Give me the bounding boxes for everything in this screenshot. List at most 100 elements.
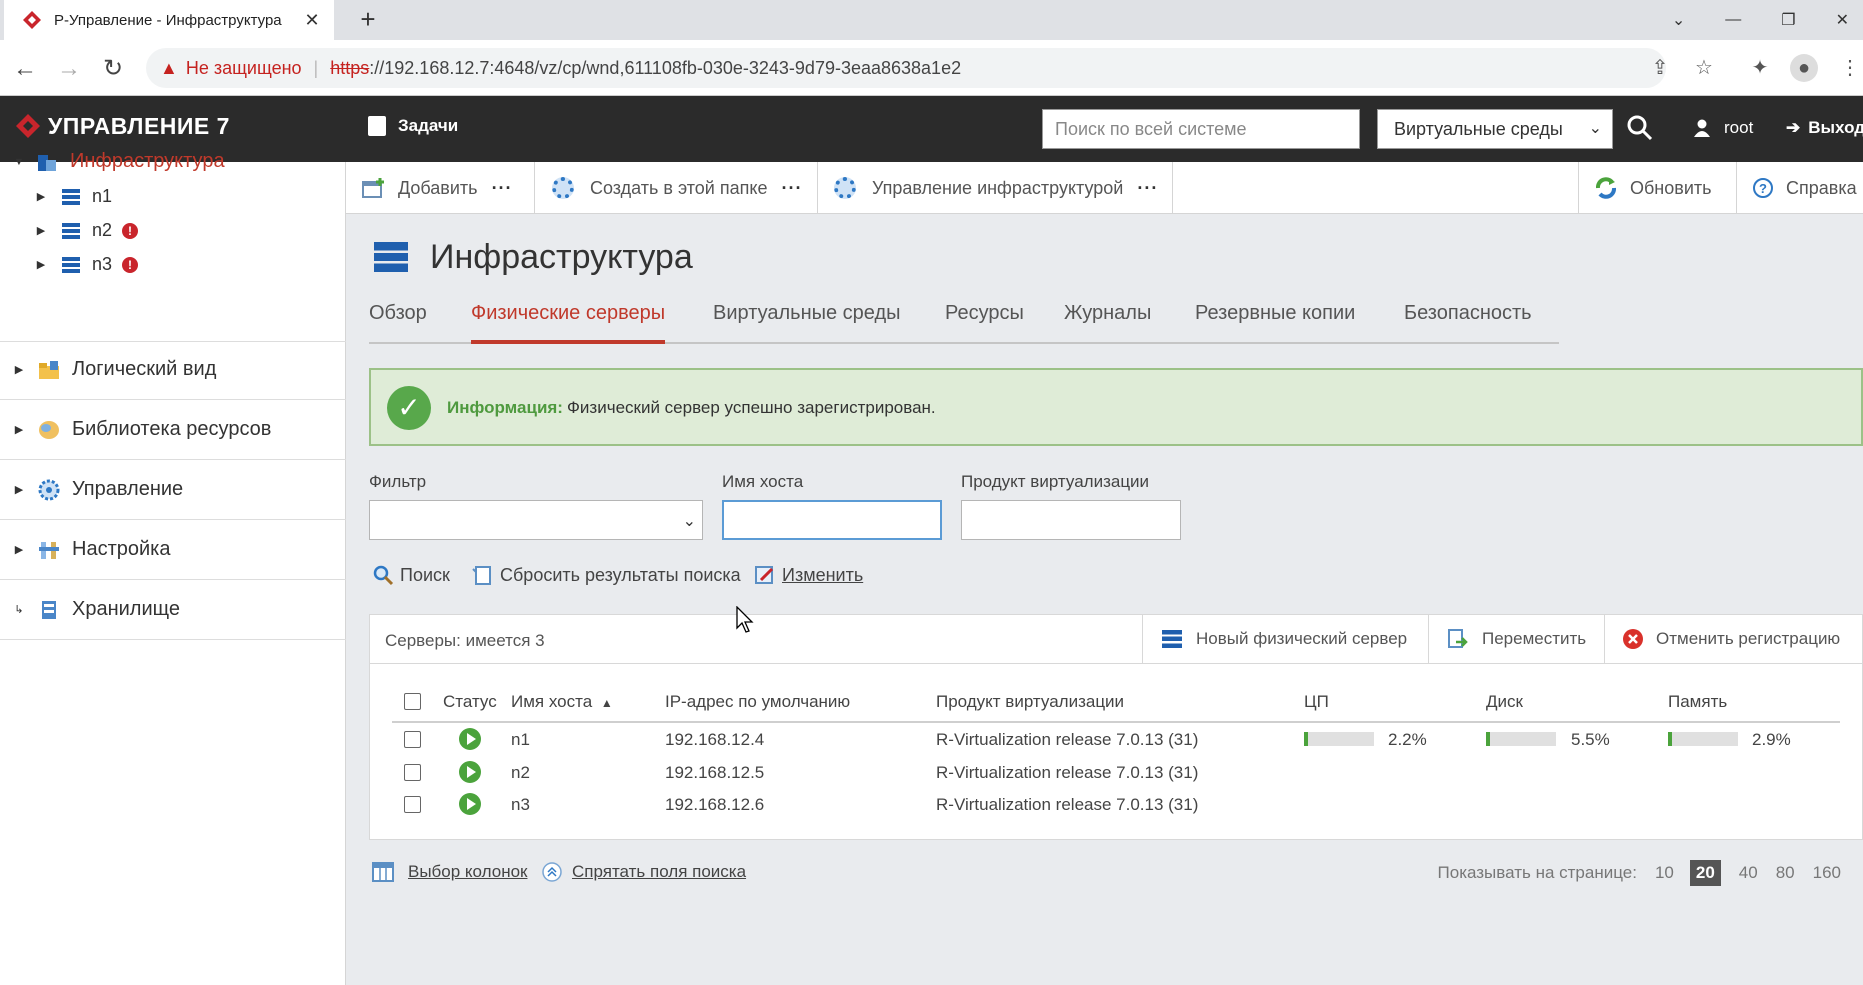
expand-arrow-icon[interactable]: ▶ [34,224,48,237]
row-checkbox[interactable] [404,764,421,781]
row-hostname[interactable]: n3 [511,795,530,815]
brand[interactable]: УПРАВЛЕНИЕ 7 [14,112,230,140]
extensions-icon[interactable]: ✦ [1746,54,1774,82]
sidebar-item-storage[interactable]: ↳ Хранилище [0,598,180,621]
edit-search-label: Изменить [782,564,864,585]
logout-link[interactable]: ➔ Выход [1786,118,1863,138]
filter-select[interactable]: ⌄ [369,500,703,540]
sidebar [0,162,346,985]
expand-arrow-icon[interactable]: ▶ [12,363,26,376]
tab-logs[interactable]: Журналы [1064,302,1151,344]
scope-select[interactable]: Виртуальные среды ⌄ [1377,109,1613,149]
logout-icon: ➔ [1786,118,1801,137]
toolbar-divider [534,162,535,214]
share-icon[interactable]: ⇪ [1646,54,1674,82]
row-checkbox[interactable] [404,796,421,813]
partial-expand-icon[interactable]: ↳ [12,603,26,616]
tab-virtual-environments[interactable]: Виртуальные среды [713,302,901,344]
url-field[interactable]: ▲ Не защищено | https://192.168.12.7:464… [146,48,1666,88]
manage-infrastructure-button[interactable]: Управление инфраструктурой ··· [834,162,1158,214]
sidebar-divider [0,399,346,400]
refresh-button[interactable]: Обновить [1594,162,1712,214]
reload-icon[interactable]: ↻ [96,52,130,86]
page-size-option[interactable]: 160 [1813,863,1841,883]
row-checkbox[interactable] [404,731,421,748]
user-icon [1694,119,1710,137]
collapse-arrow-icon[interactable]: ▼ [12,156,26,168]
hide-search-fields-link[interactable]: Спрятать поля поиска [542,862,746,882]
column-header-status[interactable]: Статус [443,692,497,712]
help-button[interactable]: ? Справка [1752,162,1857,214]
column-header-disk[interactable]: Диск [1486,692,1523,712]
page-size-option-active[interactable]: 20 [1689,860,1721,886]
sidebar-item-infrastructure[interactable]: ▼ Инфраструктура [0,150,225,173]
sidebar-item-logical-view[interactable]: ▶ Логический вид [0,358,217,381]
browser-menu-icon[interactable]: ⋮ [1836,54,1863,82]
column-header-hostname[interactable]: Имя хоста ▲ [511,692,613,712]
sidebar-divider [0,459,346,460]
hostname-field[interactable] [722,500,942,540]
add-button[interactable]: Добавить ··· [362,162,513,214]
tab-backups[interactable]: Резервные копии [1195,302,1355,344]
select-all-checkbox[interactable] [404,693,421,710]
new-physical-server-button[interactable]: Новый физический сервер [1162,614,1407,664]
move-button[interactable]: Переместить [1446,614,1586,664]
window-controls: ⌄ — ❐ ✕ [1672,0,1863,40]
sidebar-item-settings[interactable]: ▶ Настройка [0,538,171,561]
minimize-icon[interactable]: — [1725,11,1741,29]
row-hostname[interactable]: n1 [511,730,530,750]
unregister-label: Отменить регистрацию [1656,629,1841,648]
create-in-folder-button[interactable]: Создать в этой папке ··· [552,162,802,214]
expand-arrow-icon[interactable]: ▶ [12,483,26,496]
choose-columns-link[interactable]: Выбор колонок [372,862,527,882]
tab-physical-servers[interactable]: Физические серверы [471,302,666,344]
expand-arrow-icon[interactable]: ▶ [12,423,26,436]
expand-arrow-icon[interactable]: ▶ [34,258,48,271]
tree-node-n3[interactable]: ▶ n3 ! [34,254,139,275]
edit-search-link[interactable]: Изменить [754,564,863,586]
tree-node-n2[interactable]: ▶ n2 ! [34,220,139,241]
global-search-input[interactable]: Поиск по всей системе [1042,109,1360,149]
product-field[interactable] [961,500,1181,540]
row-ip: 192.168.12.5 [665,763,765,782]
column-header-product[interactable]: Продукт виртуализации [936,692,1124,712]
tab-overview[interactable]: Обзор [369,302,427,344]
tab-resources[interactable]: Ресурсы [945,302,1024,344]
browser-tab[interactable]: Р-Управление - Инфраструктура ✕ [4,0,334,40]
profile-avatar-icon[interactable]: ● [1790,54,1818,82]
column-header-ip[interactable]: IP-адрес по умолчанию [665,692,850,712]
page-size-option[interactable]: 40 [1739,863,1758,883]
sidebar-item-resource-library[interactable]: ▶ Библиотека ресурсов [0,418,272,441]
more-dots-icon[interactable]: ··· [1137,178,1158,199]
close-window-icon[interactable]: ✕ [1836,10,1849,30]
user-menu[interactable]: root [1694,118,1753,138]
unregister-button[interactable]: Отменить регистрацию [1622,614,1840,664]
restore-icon[interactable]: ❐ [1781,10,1795,30]
page-size-option[interactable]: 80 [1776,863,1795,883]
sidebar-item-label: Логический вид [72,358,217,380]
row-hostname[interactable]: n2 [511,763,530,783]
search-icon[interactable] [1626,114,1656,144]
forward-icon[interactable]: → [52,52,86,86]
new-tab-button[interactable]: + [352,4,384,36]
back-icon[interactable]: ← [8,52,42,86]
tasks-link[interactable]: Задачи [368,116,458,136]
tree-node-n1[interactable]: ▶ n1 [34,186,112,207]
tab-security[interactable]: Безопасность [1404,302,1532,344]
column-header-cpu[interactable]: ЦП [1304,692,1329,712]
row-product: R-Virtualization release 7.0.13 (31) [936,730,1199,749]
more-dots-icon[interactable]: ··· [781,178,802,199]
app-favicon-icon [23,11,41,29]
expand-arrow-icon[interactable]: ▶ [34,190,48,203]
reset-search-button[interactable]: Сбросить результаты поиска [472,564,741,586]
page-size-option[interactable]: 10 [1655,863,1674,883]
tab-list-chevron-icon[interactable]: ⌄ [1672,10,1685,30]
more-dots-icon[interactable]: ··· [492,178,513,199]
bookmark-star-icon[interactable]: ☆ [1690,54,1718,82]
close-tab-icon[interactable]: ✕ [298,10,326,31]
sidebar-item-management[interactable]: ▶ Управление [0,478,183,501]
expand-arrow-icon[interactable]: ▶ [12,543,26,556]
tree-node-label: n3 [92,254,113,274]
search-button[interactable]: Поиск [372,564,450,586]
column-header-memory[interactable]: Память [1668,692,1727,712]
